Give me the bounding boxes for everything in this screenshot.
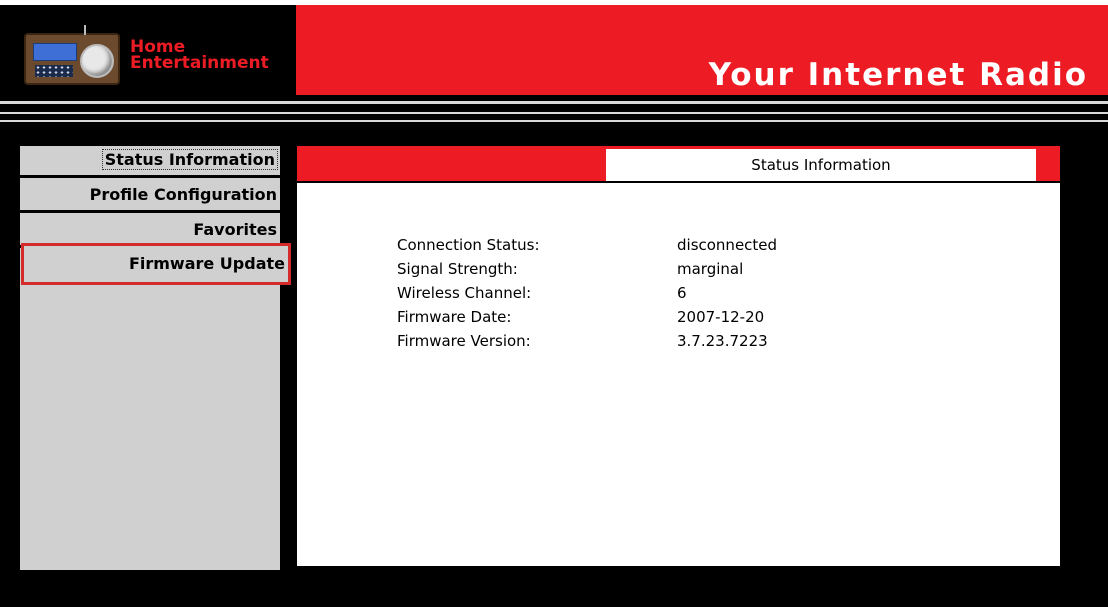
status-value: 2007-12-20 xyxy=(677,308,765,326)
header-divider xyxy=(0,112,1108,114)
sidebar-item-label: Favorites xyxy=(193,220,277,239)
status-value: 3.7.23.7223 xyxy=(677,332,768,350)
header-divider xyxy=(0,101,1108,104)
sidebar-item-label: Status Information xyxy=(101,149,279,170)
header-divider xyxy=(0,120,1108,122)
radio-screen xyxy=(33,43,77,61)
status-key: Connection Status: xyxy=(397,236,540,254)
sidebar-item-profile-configuration[interactable]: Profile Configuration xyxy=(20,181,280,213)
status-row: Firmware Version: 3.7.23.7223 xyxy=(397,332,877,356)
status-row: Signal Strength: marginal xyxy=(397,260,877,284)
sidebar-item-status-information[interactable]: Status Information xyxy=(20,146,280,178)
status-key: Firmware Date: xyxy=(397,308,512,326)
header-banner: Your Internet Radio xyxy=(296,5,1108,95)
status-key: Firmware Version: xyxy=(397,332,531,350)
radio-antenna xyxy=(84,25,86,35)
sidebar-item-firmware-update[interactable]: Firmware Update xyxy=(21,243,291,285)
status-table: Connection Status: disconnected Signal S… xyxy=(397,236,877,356)
status-row: Connection Status: disconnected xyxy=(397,236,877,260)
radio-icon xyxy=(24,25,120,85)
brand-line-2: Entertainment xyxy=(130,53,269,73)
header-brand-area: Home Entertainment xyxy=(0,5,296,95)
status-value: 6 xyxy=(677,284,687,302)
sidebar-item-label: Profile Configuration xyxy=(89,185,277,204)
tab-bar: Status Information xyxy=(297,146,1060,183)
status-row: Firmware Date: 2007-12-20 xyxy=(397,308,877,332)
radio-keypad xyxy=(35,65,73,77)
tab-bar-underline xyxy=(297,181,1060,183)
sidebar-item-label: Firmware Update xyxy=(128,254,285,273)
radio-knob xyxy=(80,44,114,78)
status-value: marginal xyxy=(677,260,744,278)
site-title: Your Internet Radio xyxy=(708,57,1088,93)
status-key: Signal Strength: xyxy=(397,260,518,278)
status-key: Wireless Channel: xyxy=(397,284,532,302)
main-panel: Status Information Connection Status: di… xyxy=(297,146,1060,566)
sidebar-nav: Status Information Profile Configuration… xyxy=(20,146,291,570)
tab-status-information[interactable]: Status Information xyxy=(606,149,1036,181)
brand-name: Home Entertainment xyxy=(130,39,269,73)
status-value: disconnected xyxy=(677,236,778,254)
status-row: Wireless Channel: 6 xyxy=(397,284,877,308)
